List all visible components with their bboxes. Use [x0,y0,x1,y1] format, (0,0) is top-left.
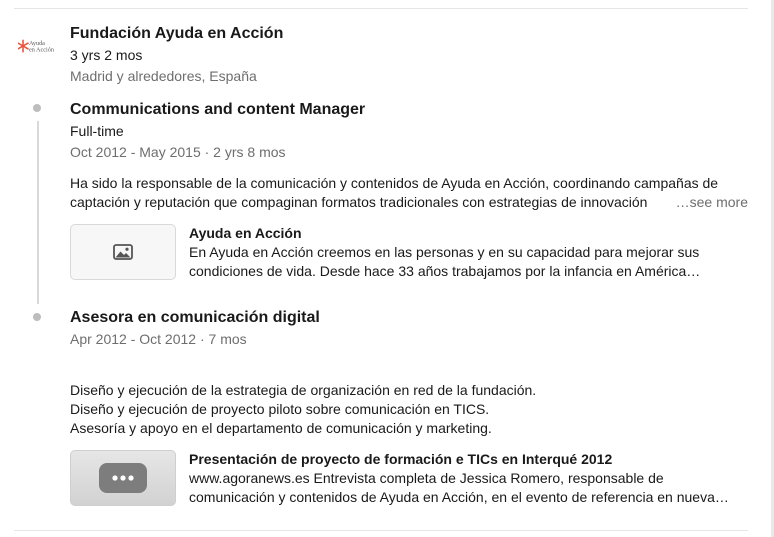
company-header[interactable]: Fundación Ayuda en Acción 3 yrs 2 mos Ma… [70,24,283,86]
position-description: Ha sido la responsable de la comunicació… [70,174,748,212]
image-icon [113,244,133,260]
media-title[interactable]: Presentación de proyecto de formación e … [189,450,749,469]
position-description: Diseño y ejecución de la estrategia de o… [70,381,748,438]
position-dates: Oct 2012 - May 2015 · 2 yrs 8 mos [70,144,286,160]
timeline-dot-2 [33,313,41,321]
media-thumbnail[interactable] [70,450,176,506]
media-desc-line: www.agoranews.es Entrevista completa de … [189,470,664,486]
position-title: Asesora en comunicación digital [70,309,320,326]
position-dates: Apr 2012 - Oct 2012 · 7 mos [70,331,247,347]
top-divider [14,8,748,9]
description-line: Asesoría y apoyo en el departamento de c… [70,420,492,436]
description-line: Diseño y ejecución de proyecto piloto so… [70,401,490,417]
media-desc-line: En Ayuda en Acción creemos en las person… [189,244,700,260]
company-location: Madrid y alrededores, España [70,68,257,84]
description-line: Ha sido la responsable de la comunicació… [70,175,719,191]
media-attachment-ayuda[interactable]: Ayuda en Acción En Ayuda en Acción creem… [70,224,750,281]
logo-text-bottom: en Acción [29,47,54,54]
media-desc-line: condiciones de vida. Desde hace 33 años … [189,263,701,279]
company-name[interactable]: Fundación Ayuda en Acción [70,24,283,44]
timeline-line [37,121,39,304]
media-desc-line: comunicación y contenidos de Ayuda en Ac… [189,489,729,505]
timeline-dot-1 [33,104,41,112]
employment-type: Full-time [70,123,124,139]
company-duration: 3 yrs 2 mos [70,47,143,63]
media-attachment-interque[interactable]: Presentación de proyecto de formación e … [70,450,750,507]
media-thumbnail[interactable] [70,224,176,280]
description-line: Diseño y ejecución de la estrategia de o… [70,382,537,398]
media-description: www.agoranews.es Entrevista completa de … [189,469,749,507]
description-line: captación y reputación que compaginan fo… [70,194,648,210]
media-title[interactable]: Ayuda en Acción [189,224,749,243]
see-more-button[interactable]: …see more [669,193,748,212]
ayuda-logo-mark: Ayuda en Acción [18,39,54,54]
position-title: Communications and content Manager [70,101,366,118]
bottom-divider [14,530,748,531]
media-description: En Ayuda en Acción creemos en las person… [189,243,749,281]
company-logo[interactable]: Ayuda en Acción [18,38,60,54]
more-dots-icon [99,463,147,493]
position-asesora-digital: Asesora en comunicación digital Apr 2012… [70,308,750,349]
position-communications-manager: Communications and content Manager Full-… [70,100,750,162]
